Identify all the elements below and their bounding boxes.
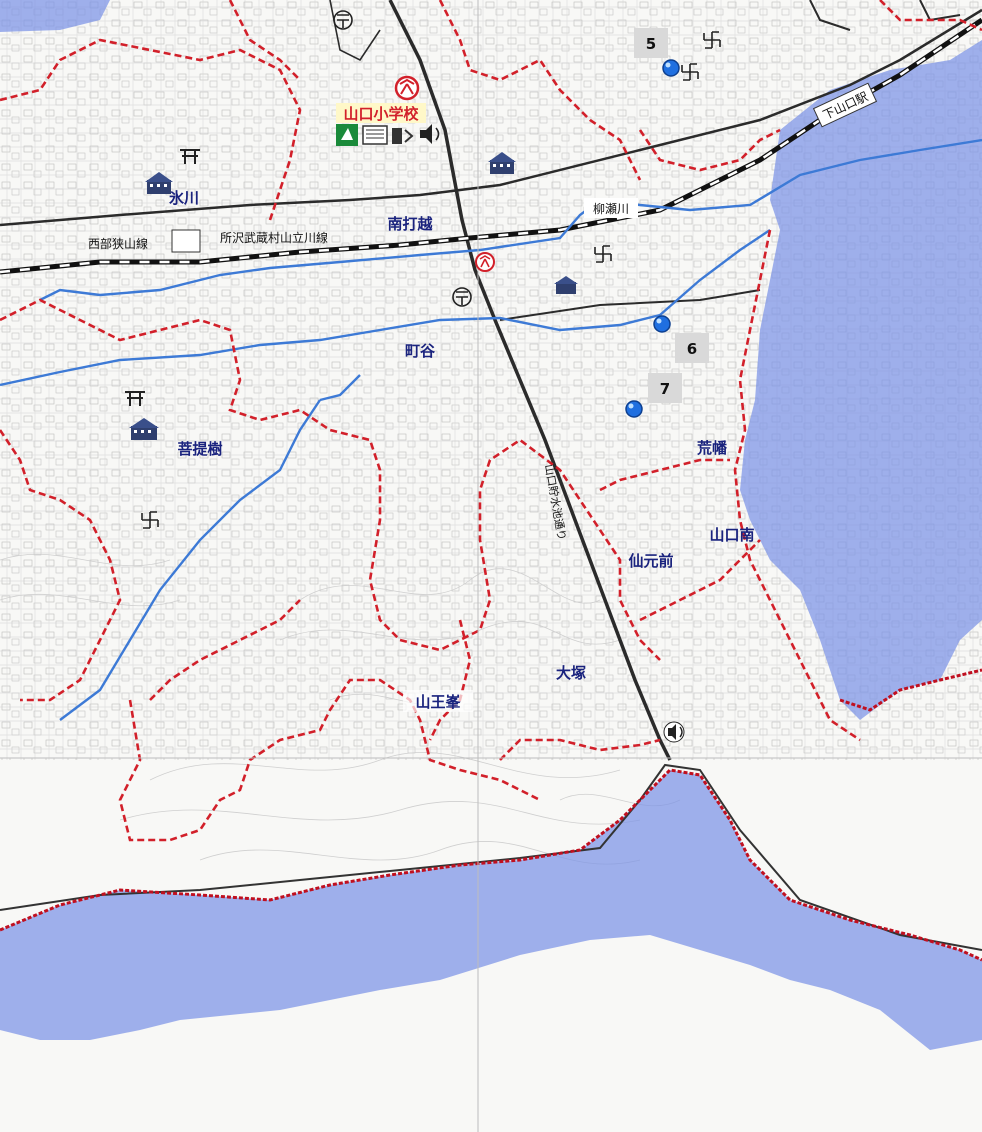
location-pin-icon xyxy=(662,59,680,77)
hazard-map: 5 6 7 山口小学校 下山口駅 西部狭山線 所沢武蔵村山立川線 柳瀬川 山口貯… xyxy=(0,0,982,1132)
speaker-icon xyxy=(663,721,685,743)
location-pin-icon xyxy=(625,400,643,418)
station-building xyxy=(171,229,201,253)
school-name: 山口小学校 xyxy=(343,105,419,123)
district-label-sengenmae: 仙元前 xyxy=(628,552,673,570)
marker-number: 7 xyxy=(660,380,670,398)
location-pin-icon xyxy=(653,315,671,333)
district-label-otsuka: 大塚 xyxy=(556,664,586,682)
marker-badge-5: 5 xyxy=(634,28,668,58)
marker-badge-7: 7 xyxy=(648,373,682,403)
district-label-hikawa: 氷川 xyxy=(169,189,199,207)
marker-number: 6 xyxy=(687,340,697,358)
school-icon xyxy=(394,75,420,101)
railway-name: 西部狭山線 xyxy=(88,236,148,251)
district-label-yamaguchiminami: 山口南 xyxy=(709,526,754,544)
river-name: 柳瀬川 xyxy=(593,202,629,216)
district-label-arahata: 荒幡 xyxy=(697,439,728,457)
district-label-machiya: 町谷 xyxy=(405,342,436,360)
marker-number: 5 xyxy=(646,35,656,53)
road-name: 所沢武蔵村山立川線 xyxy=(220,230,328,245)
district-label-minamiuchikoshi: 南打越 xyxy=(387,215,433,233)
school-icon xyxy=(475,252,495,272)
district-label-sannomine: 山王峯 xyxy=(415,693,461,711)
marker-badge-6: 6 xyxy=(675,333,709,363)
district-label-bodaiju: 菩提樹 xyxy=(177,440,222,458)
